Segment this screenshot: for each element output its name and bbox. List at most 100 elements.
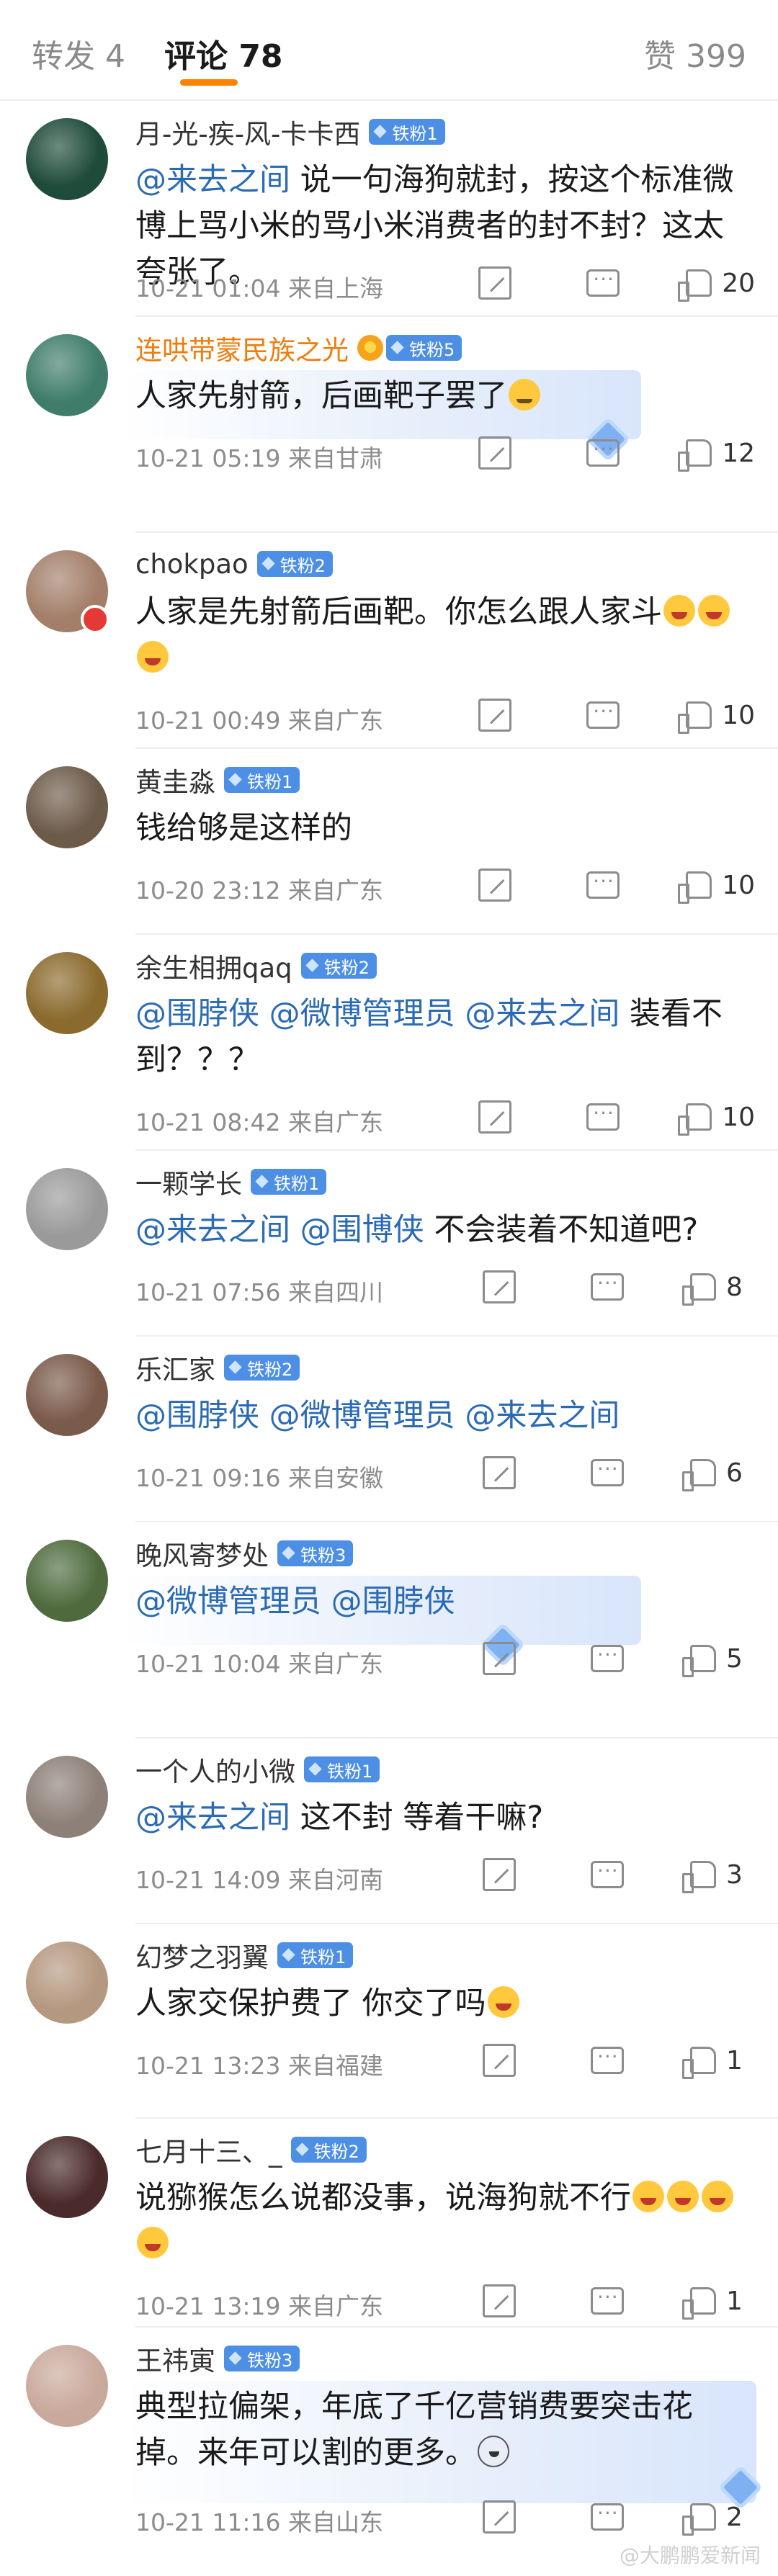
mention-link[interactable]: @来去之间: [135, 162, 290, 198]
like-icon[interactable]: [678, 1103, 712, 1136]
like-icon[interactable]: [682, 1273, 716, 1306]
avatar[interactable]: [26, 766, 108, 848]
username[interactable]: 一颗学长: [135, 1162, 242, 1201]
like-icon[interactable]: [678, 439, 712, 472]
comment-meta: 10-21 07:56 来自四川: [135, 1273, 383, 1308]
diamond-icon: [228, 2351, 243, 2366]
avatar[interactable]: [26, 1756, 108, 1838]
avatar[interactable]: [26, 1354, 108, 1436]
comment-actions: 2: [483, 2499, 755, 2536]
like-icon[interactable]: [678, 701, 712, 734]
comment-item: 月-光-疾-风-卡卡西 铁粉1 @来去之间 说一句海狗就封，按这个标准微博上骂小米的…: [0, 101, 778, 317]
avatar[interactable]: [26, 118, 108, 200]
like-count: 6: [726, 1458, 743, 1488]
username[interactable]: 乐汇家: [135, 1348, 215, 1387]
reply-icon[interactable]: [591, 1457, 624, 1486]
watermark: @大鹏鹏爱新闻: [619, 2544, 761, 2567]
username[interactable]: 余生相拥qaq: [135, 946, 292, 985]
share-icon[interactable]: [483, 2044, 516, 2077]
reply-icon[interactable]: [586, 437, 620, 467]
like-count: 20: [722, 268, 755, 298]
share-icon[interactable]: [483, 1858, 516, 1891]
username[interactable]: 晚风寄梦处: [135, 1534, 269, 1573]
like-icon[interactable]: [682, 1459, 716, 1491]
fan-badge: 铁粉1: [224, 767, 300, 793]
comment-meta: 10-21 09:16 来自安徽: [135, 1459, 383, 1494]
timestamp: 10-21 14:09: [135, 1866, 281, 1894]
mention-link[interactable]: @微博管理员: [269, 996, 455, 1032]
share-icon[interactable]: [483, 2284, 516, 2317]
reply-icon[interactable]: [586, 869, 620, 899]
location: 来自广东: [287, 706, 383, 735]
avatar[interactable]: [26, 1540, 108, 1622]
username[interactable]: 黄圭淼: [135, 760, 215, 799]
like-icon[interactable]: [682, 2503, 716, 2536]
mention-link[interactable]: @围脖侠: [135, 1398, 259, 1434]
location: 来自四川: [287, 1278, 383, 1306]
username[interactable]: 一个人的小微: [135, 1750, 295, 1789]
username[interactable]: chokpao: [135, 549, 249, 580]
username[interactable]: 月-光-疾-风-卡卡西: [135, 112, 360, 151]
share-icon[interactable]: [483, 1456, 516, 1489]
reply-icon[interactable]: [586, 699, 620, 729]
like-icon[interactable]: [682, 1645, 716, 1677]
mention-link[interactable]: @围脖侠: [331, 1584, 455, 1620]
share-icon[interactable]: [478, 869, 512, 902]
share-icon[interactable]: [483, 2500, 516, 2534]
share-icon[interactable]: [478, 1100, 512, 1134]
reply-icon[interactable]: [586, 267, 620, 297]
mention-link[interactable]: @来去之间: [135, 1212, 290, 1248]
diamond-icon: [308, 1762, 323, 1777]
like-icon[interactable]: [682, 2287, 716, 2320]
reply-icon[interactable]: [591, 2285, 624, 2315]
username[interactable]: 幻梦之羽翼: [135, 1936, 269, 1975]
mention-link[interactable]: @微博管理员: [269, 1398, 455, 1434]
avatar[interactable]: [26, 2345, 108, 2427]
reply-icon[interactable]: [586, 1101, 620, 1131]
text-segment: [321, 1584, 331, 1620]
mention-link[interactable]: @来去之间: [465, 1398, 620, 1434]
share-icon[interactable]: [478, 266, 512, 300]
diamond-icon: [295, 2142, 310, 2157]
comment-actions: 1: [483, 2042, 755, 2079]
tab-comments[interactable]: 评论 78: [164, 30, 283, 76]
mention-link[interactable]: @来去之间: [465, 996, 620, 1032]
avatar[interactable]: [26, 1168, 108, 1250]
username[interactable]: 王祎寅: [135, 2339, 215, 2378]
share-icon[interactable]: [483, 1642, 516, 1675]
like-icon[interactable]: [682, 2047, 716, 2079]
reply-icon[interactable]: [591, 1271, 624, 1301]
reply-icon[interactable]: [591, 1643, 624, 1672]
like-icon[interactable]: [682, 1861, 716, 1893]
mention-link[interactable]: @围脖侠: [135, 996, 259, 1032]
share-icon[interactable]: [478, 436, 512, 470]
comment-text: 人家先射箭，后画靶子罢了: [135, 373, 735, 419]
share-icon[interactable]: [483, 1270, 516, 1303]
reply-icon[interactable]: [591, 2501, 624, 2531]
comment-item: 晚风寄梦处 铁粉3 @微博管理员 @围脖侠 10-21 10:04 来自广东 5: [0, 1522, 778, 1738]
comment-header: 王祎寅 铁粉3: [135, 2341, 300, 2377]
share-icon[interactable]: [478, 699, 512, 732]
tab-reposts[interactable]: 转发 4: [32, 30, 125, 76]
mention-link[interactable]: @围博侠: [300, 1212, 424, 1248]
avatar[interactable]: [26, 952, 108, 1034]
timestamp: 10-21 08:42: [135, 1108, 281, 1136]
like-icon[interactable]: [678, 871, 712, 904]
mention-link[interactable]: @微博管理员: [135, 1584, 321, 1620]
avatar[interactable]: [26, 1942, 108, 2024]
location: 来自广东: [287, 1108, 383, 1136]
comment-meta: 10-21 00:49 来自广东: [135, 701, 383, 736]
reply-icon[interactable]: [591, 2045, 624, 2074]
comment-header: 七月十三、_ 铁粉2: [135, 2132, 367, 2168]
avatar[interactable]: [26, 334, 108, 416]
username[interactable]: 七月十三、_: [135, 2130, 282, 2169]
fan-badge-label: 铁粉2: [280, 555, 326, 576]
username[interactable]: 连哄带蒙民族之光: [135, 328, 349, 367]
text-segment: 不会装着不知道吧?: [424, 1212, 699, 1248]
location: 来自甘肃: [287, 444, 383, 472]
like-icon[interactable]: [678, 269, 712, 302]
mention-link[interactable]: @来去之间: [135, 1800, 290, 1836]
avatar[interactable]: [26, 2136, 108, 2218]
tab-likes[interactable]: 赞 399: [644, 30, 746, 76]
reply-icon[interactable]: [591, 1859, 624, 1888]
